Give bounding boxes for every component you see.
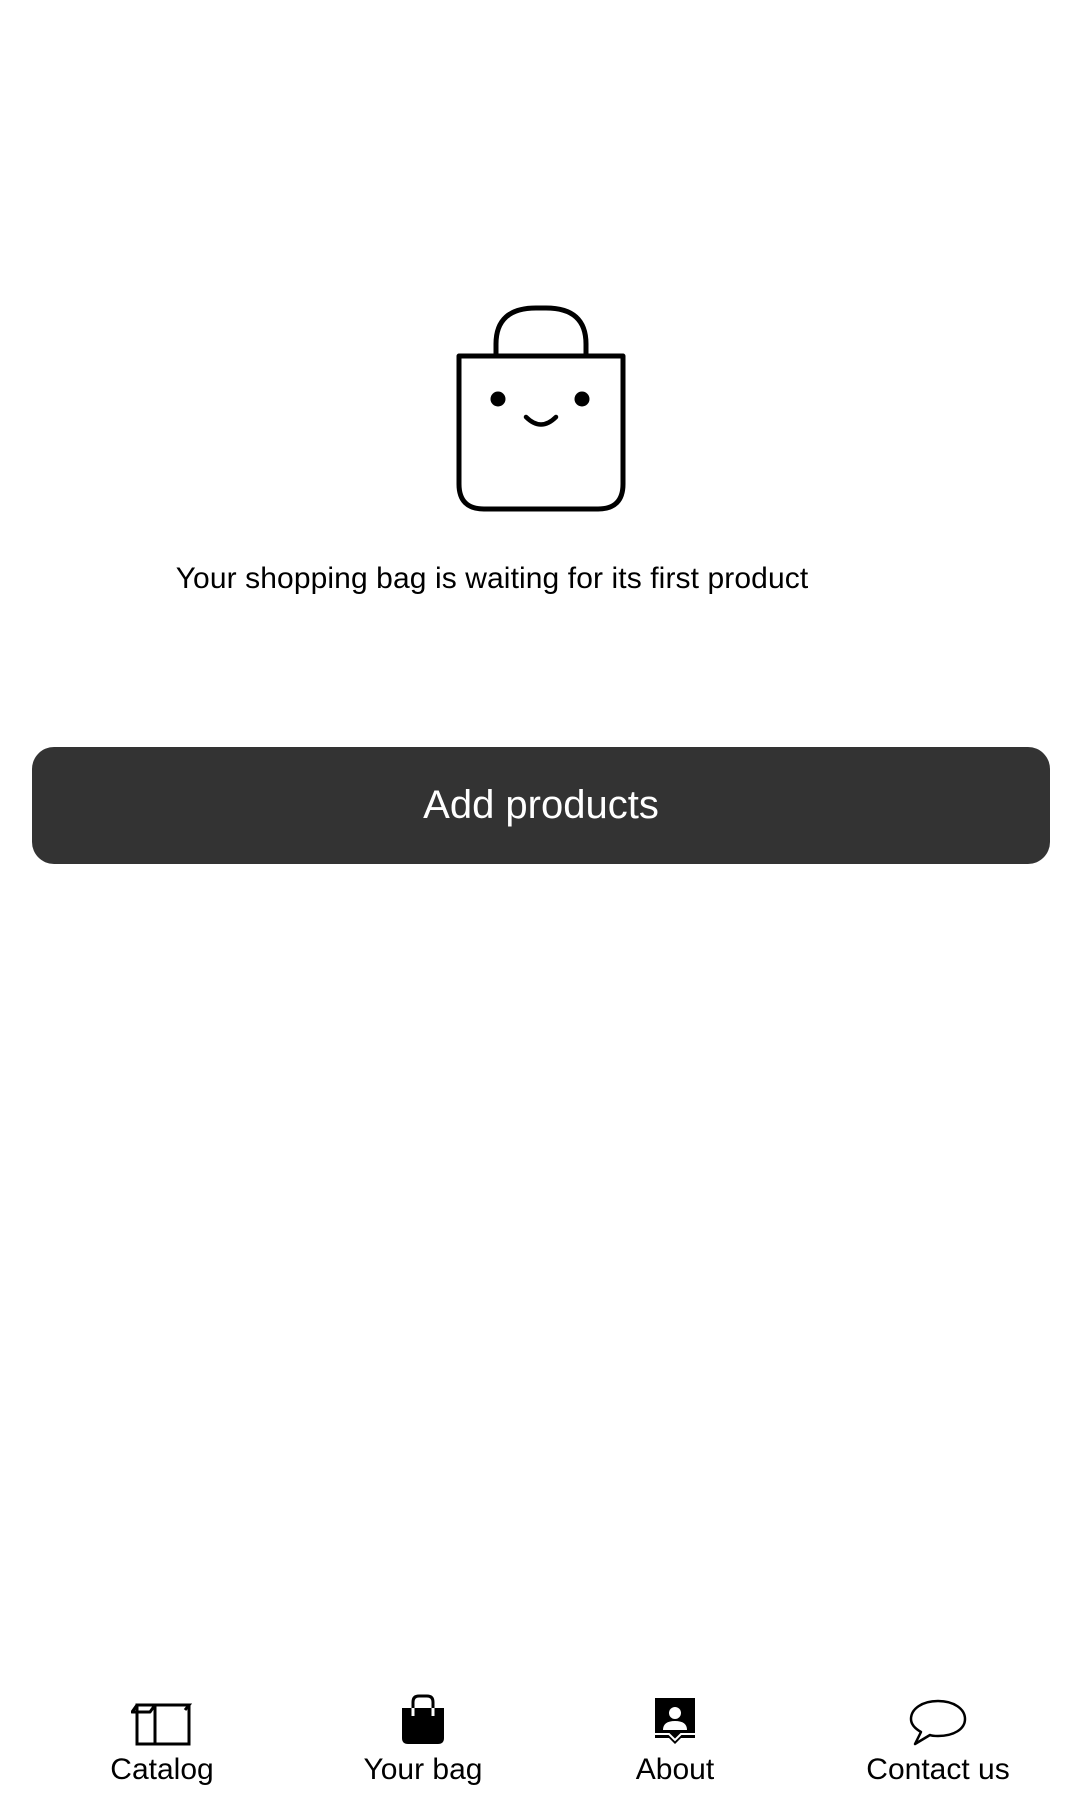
nav-item-about[interactable]: About <box>610 1690 740 1800</box>
nav-item-catalog[interactable]: Catalog <box>92 1690 232 1800</box>
smiling-shopping-bag-icon <box>456 305 626 512</box>
nav-label-your-bag: Your bag <box>363 1753 483 1786</box>
add-products-button[interactable]: Add products <box>32 747 1050 864</box>
speech-bubble-icon <box>909 1690 967 1746</box>
bottom-navigation: Catalog Your bag About Contact us <box>0 1690 1080 1800</box>
shopping-bag-icon <box>399 1690 447 1746</box>
nav-item-your-bag[interactable]: Your bag <box>346 1690 500 1800</box>
nav-label-catalog: Catalog <box>110 1753 214 1786</box>
profile-card-icon <box>653 1690 697 1746</box>
nav-item-contact-us[interactable]: Contact us <box>858 1690 1018 1800</box>
empty-bag-message: Your shopping bag is waiting for its fir… <box>175 562 809 595</box>
nav-label-contact-us: Contact us <box>866 1753 1010 1786</box>
nav-label-about: About <box>635 1753 715 1786</box>
box-icon <box>131 1690 193 1746</box>
add-products-button-label: Add products <box>423 783 659 827</box>
